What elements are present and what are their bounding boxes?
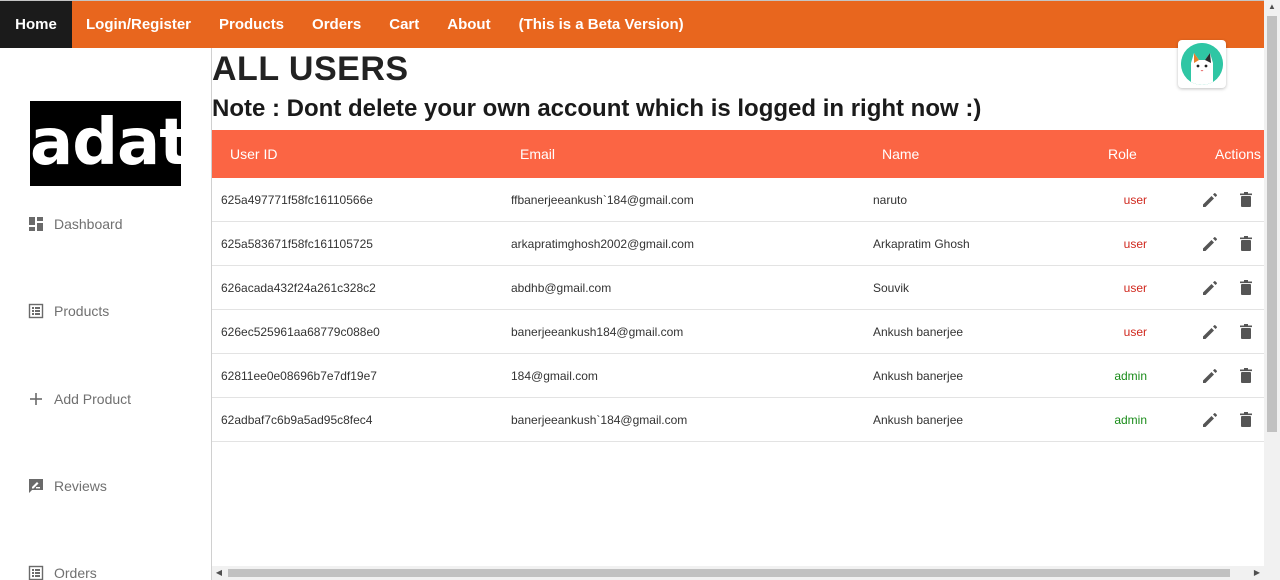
avatar[interactable] [1178,40,1226,88]
user-name: Souvik [873,280,910,295]
delete-icon[interactable] [1237,279,1255,297]
user-name: Ankush banerjee [873,368,964,383]
sidebar-item-label: Dashboard [54,216,123,232]
user-role: user [1123,192,1147,207]
nav-home[interactable]: Home [0,1,72,48]
user-email: ffbanerjeeankush`184@gmail.com [511,192,694,207]
users-table: User ID Email Name Role Actions 625a4977… [212,130,1264,442]
sidebar-item-reviews[interactable]: Reviews [28,478,107,494]
scroll-up-arrow-icon[interactable]: ▲ [1264,0,1280,14]
sidebar-item-label: Add Product [54,391,132,407]
user-role: admin [1114,412,1147,427]
user-name: Ankush banerjee [873,412,964,427]
column-header-actions: Actions [1215,146,1261,162]
sidebar-item-orders[interactable]: Orders [28,565,97,580]
user-name: Arkapratim Ghosh [873,236,970,251]
cat-avatar-icon [1181,43,1223,85]
sidebar-item-dashboard[interactable]: Dashboard [28,216,123,232]
vertical-scrollbar[interactable]: ▲ [1264,0,1280,580]
delete-icon[interactable] [1237,323,1255,341]
user-role: user [1123,280,1147,295]
list-icon [28,303,44,319]
sidebar-item-label: Products [54,303,110,319]
edit-icon[interactable] [1201,411,1219,429]
nav-products[interactable]: Products [205,1,298,48]
user-name: Ankush banerjee [873,324,964,339]
beta-notice: (This is a Beta Version) [518,16,684,33]
column-header-name: Name [882,146,920,162]
user-email: banerjeeankush184@gmail.com [511,324,684,339]
table-row: 625a583671f58fc161105725 arkapratimghosh… [212,222,1264,266]
edit-icon[interactable] [1201,191,1219,209]
nav-login-register[interactable]: Login/Register [72,1,205,48]
table-row: 62adbaf7c6b9a5ad95c8fec4 banerjeeankush`… [212,398,1264,442]
table-header: User ID Email Name Role Actions [212,130,1264,178]
table-row: 62811ee0e08696b7e7df19e7 184@gmail.com A… [212,354,1264,398]
delete-icon[interactable] [1237,235,1255,253]
dashboard-icon [28,216,44,232]
column-header-role: Role [1108,146,1137,162]
sidebar-item-add-product[interactable]: Add Product [28,391,131,407]
scroll-right-arrow-icon[interactable]: ▶ [1250,566,1264,580]
edit-icon[interactable] [1201,279,1219,297]
plus-icon [28,391,44,407]
edit-icon[interactable] [1201,235,1219,253]
column-header-user-id: User ID [230,146,278,162]
sidebar: adat Dashboard Products Add Product Revi… [0,48,212,580]
sidebar-item-label: Orders [54,565,97,580]
page-title: ALL USERS [212,50,409,88]
user-id: 625a497771f58fc16110566e [221,192,373,207]
user-id: 62adbaf7c6b9a5ad95c8fec4 [221,412,373,427]
page-note: Note : Dont delete your own account whic… [212,95,982,122]
user-role: user [1123,236,1147,251]
scrollbar-thumb[interactable] [228,569,1230,577]
scroll-left-arrow-icon[interactable]: ◀ [212,566,226,580]
edit-icon[interactable] [1201,367,1219,385]
nav-about[interactable]: About [433,1,504,48]
user-role: admin [1114,368,1147,383]
table-row: 626ec525961aa68779c088e0 banerjeeankush1… [212,310,1264,354]
user-email: arkapratimghosh2002@gmail.com [511,236,694,251]
delete-icon[interactable] [1237,411,1255,429]
sidebar-item-products[interactable]: Products [28,303,109,319]
review-icon [28,478,44,494]
user-id: 626ec525961aa68779c088e0 [221,324,380,339]
scrollbar-thumb[interactable] [1267,16,1277,432]
user-id: 625a583671f58fc161105725 [221,236,373,251]
user-id: 626acada432f24a261c328c2 [221,280,376,295]
user-email: abdhb@gmail.com [511,280,612,295]
nav-orders[interactable]: Orders [298,1,375,48]
delete-icon[interactable] [1237,191,1255,209]
nav-cart[interactable]: Cart [375,1,433,48]
user-name: naruto [873,192,908,207]
table-row: 625a497771f58fc16110566e ffbanerjeeankus… [212,178,1264,222]
edit-icon[interactable] [1201,323,1219,341]
sidebar-item-label: Reviews [54,478,107,494]
logo: adat [30,101,190,186]
list-icon [28,565,44,580]
column-header-email: Email [520,146,556,162]
user-email: banerjeeankush`184@gmail.com [511,412,688,427]
table-row: 626acada432f24a261c328c2 abdhb@gmail.com… [212,266,1264,310]
horizontal-scrollbar[interactable]: ◀ ▶ [212,566,1264,580]
user-id: 62811ee0e08696b7e7df19e7 [221,368,377,383]
top-navbar: Home Login/Register Products Orders Cart… [0,0,1264,48]
delete-icon[interactable] [1237,367,1255,385]
user-role: user [1123,324,1147,339]
user-email: 184@gmail.com [511,368,598,383]
